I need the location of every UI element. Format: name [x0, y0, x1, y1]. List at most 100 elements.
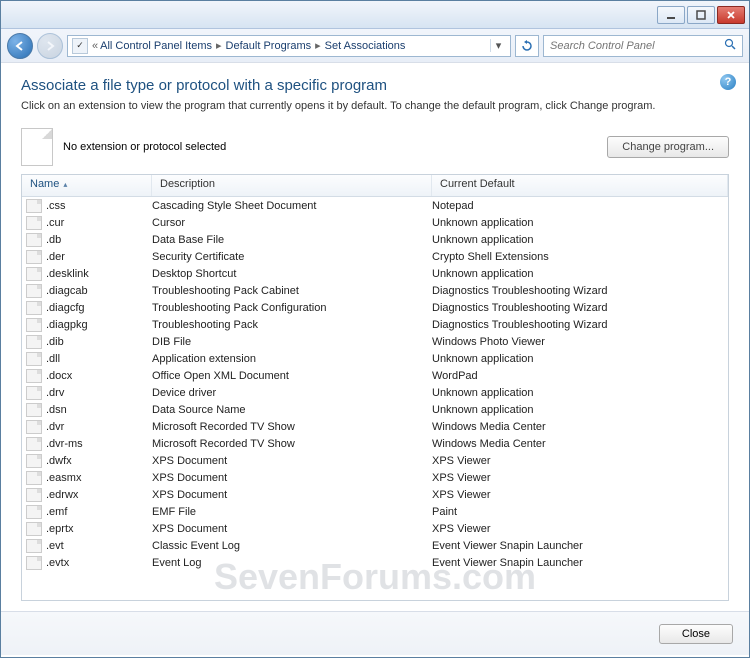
column-header-name[interactable]: Name▴	[22, 175, 152, 196]
ext-cell: .dvr	[46, 421, 64, 433]
breadcrumb-prefix: «	[92, 40, 98, 52]
table-row[interactable]: .dwfxXPS DocumentXPS Viewer	[22, 452, 728, 469]
refresh-button[interactable]	[515, 35, 539, 57]
table-row[interactable]: .diagcfgTroubleshooting Pack Configurati…	[22, 299, 728, 316]
titlebar	[1, 1, 749, 29]
breadcrumb-item[interactable]: All Control Panel Items	[100, 40, 212, 52]
page-title: Associate a file type or protocol with a…	[21, 77, 729, 94]
desc-cell: Desktop Shortcut	[152, 268, 432, 280]
table-row[interactable]: .emfEMF FilePaint	[22, 503, 728, 520]
ext-cell: .css	[46, 200, 66, 212]
ext-cell: .edrwx	[46, 489, 78, 501]
table-row[interactable]: .css Cascading Style Sheet DocumentNotepa…	[22, 197, 728, 214]
filetype-icon	[26, 318, 42, 332]
column-header-default[interactable]: Current Default	[432, 175, 728, 196]
filetype-icon	[26, 250, 42, 264]
table-row[interactable]: .curCursorUnknown application	[22, 214, 728, 231]
filetype-icon	[26, 556, 42, 570]
column-header-description[interactable]: Description	[152, 175, 432, 196]
filetype-icon	[26, 403, 42, 417]
help-icon[interactable]: ?	[720, 74, 736, 90]
desc-cell: Classic Event Log	[152, 540, 432, 552]
desc-cell: Troubleshooting Pack Configuration	[152, 302, 432, 314]
default-cell: XPS Viewer	[432, 455, 728, 467]
filetype-icon	[26, 267, 42, 281]
table-row[interactable]: .dibDIB FileWindows Photo Viewer	[22, 333, 728, 350]
table-row[interactable]: .dbData Base FileUnknown application	[22, 231, 728, 248]
default-cell: Event Viewer Snapin Launcher	[432, 557, 728, 569]
table-row[interactable]: .easmxXPS DocumentXPS Viewer	[22, 469, 728, 486]
footer: Close	[1, 611, 749, 655]
search-box[interactable]	[543, 35, 743, 57]
filetype-icon	[26, 335, 42, 349]
desc-cell: XPS Document	[152, 455, 432, 467]
default-cell: Unknown application	[432, 268, 728, 280]
maximize-button[interactable]	[687, 6, 715, 24]
sort-arrow-icon: ▴	[63, 180, 67, 189]
filetype-icon	[26, 437, 42, 451]
control-panel-icon: ✓	[72, 38, 88, 54]
table-row[interactable]: .eprtxXPS DocumentXPS Viewer	[22, 520, 728, 537]
default-cell: Crypto Shell Extensions	[432, 251, 728, 263]
desc-cell: Microsoft Recorded TV Show	[152, 421, 432, 433]
desc-cell: Data Source Name	[152, 404, 432, 416]
table-row[interactable]: .docxOffice Open XML DocumentWordPad	[22, 367, 728, 384]
back-button[interactable]	[7, 33, 33, 59]
address-field[interactable]: ✓ « All Control Panel Items ▸ Default Pr…	[67, 35, 511, 57]
breadcrumb-item[interactable]: Set Associations	[325, 40, 406, 52]
desc-cell: Data Base File	[152, 234, 432, 246]
table-row[interactable]: .diagcabTroubleshooting Pack CabinetDiag…	[22, 282, 728, 299]
default-cell: Unknown application	[432, 404, 728, 416]
default-cell: Diagnostics Troubleshooting Wizard	[432, 319, 728, 331]
desc-cell: Cascading Style Sheet Document	[152, 200, 432, 212]
close-button[interactable]	[717, 6, 745, 24]
default-cell: XPS Viewer	[432, 489, 728, 501]
desc-cell: DIB File	[152, 336, 432, 348]
ext-cell: .drv	[46, 387, 64, 399]
table-row[interactable]: .dvr-msMicrosoft Recorded TV ShowWindows…	[22, 435, 728, 452]
desc-cell: Cursor	[152, 217, 432, 229]
ext-cell: .dib	[46, 336, 64, 348]
address-bar: ✓ « All Control Panel Items ▸ Default Pr…	[1, 29, 749, 63]
table-row[interactable]: .dsn Data Source NameUnknown application	[22, 401, 728, 418]
table-row[interactable]: .drvDevice driverUnknown application	[22, 384, 728, 401]
search-icon	[724, 38, 736, 53]
close-dialog-button[interactable]: Close	[659, 624, 733, 644]
breadcrumb-item[interactable]: Default Programs	[226, 40, 312, 52]
list-header: Name▴ Description Current Default	[22, 175, 728, 197]
default-cell: Paint	[432, 506, 728, 518]
table-row[interactable]: .dvrMicrosoft Recorded TV ShowWindows Me…	[22, 418, 728, 435]
address-dropdown-icon[interactable]: ▾	[490, 39, 506, 52]
window: ✓ « All Control Panel Items ▸ Default Pr…	[0, 0, 750, 658]
default-cell: Unknown application	[432, 387, 728, 399]
filetype-icon	[26, 471, 42, 485]
filetype-icon	[26, 216, 42, 230]
ext-cell: .dvr-ms	[46, 438, 83, 450]
search-input[interactable]	[550, 40, 720, 52]
table-row[interactable]: .dllApplication extensionUnknown applica…	[22, 350, 728, 367]
table-row[interactable]: .derSecurity CertificateCrypto Shell Ext…	[22, 248, 728, 265]
default-cell: Notepad	[432, 200, 728, 212]
filetype-icon	[26, 454, 42, 468]
default-cell: WordPad	[432, 370, 728, 382]
chevron-right-icon: ▸	[216, 39, 222, 52]
change-program-button[interactable]: Change program...	[607, 136, 729, 158]
ext-cell: .easmx	[46, 472, 81, 484]
minimize-button[interactable]	[657, 6, 685, 24]
table-row[interactable]: .edrwxXPS DocumentXPS Viewer	[22, 486, 728, 503]
ext-cell: .docx	[46, 370, 72, 382]
filetype-icon	[26, 352, 42, 366]
table-row[interactable]: .desklinkDesktop ShortcutUnknown applica…	[22, 265, 728, 282]
content-area: Associate a file type or protocol with a…	[1, 63, 749, 611]
table-row[interactable]: .evtxEvent LogEvent Viewer Snapin Launch…	[22, 554, 728, 571]
desc-cell: XPS Document	[152, 523, 432, 535]
list-body[interactable]: .css Cascading Style Sheet DocumentNotepa…	[22, 197, 728, 601]
table-row[interactable]: .diagpkgTroubleshooting PackDiagnostics …	[22, 316, 728, 333]
ext-cell: .db	[46, 234, 61, 246]
filetype-icon	[26, 301, 42, 315]
filetype-icon	[26, 522, 42, 536]
ext-cell: .emf	[46, 506, 67, 518]
table-row[interactable]: .evtClassic Event LogEvent Viewer Snapin…	[22, 537, 728, 554]
forward-button[interactable]	[37, 33, 63, 59]
ext-cell: .dsn	[46, 404, 67, 416]
